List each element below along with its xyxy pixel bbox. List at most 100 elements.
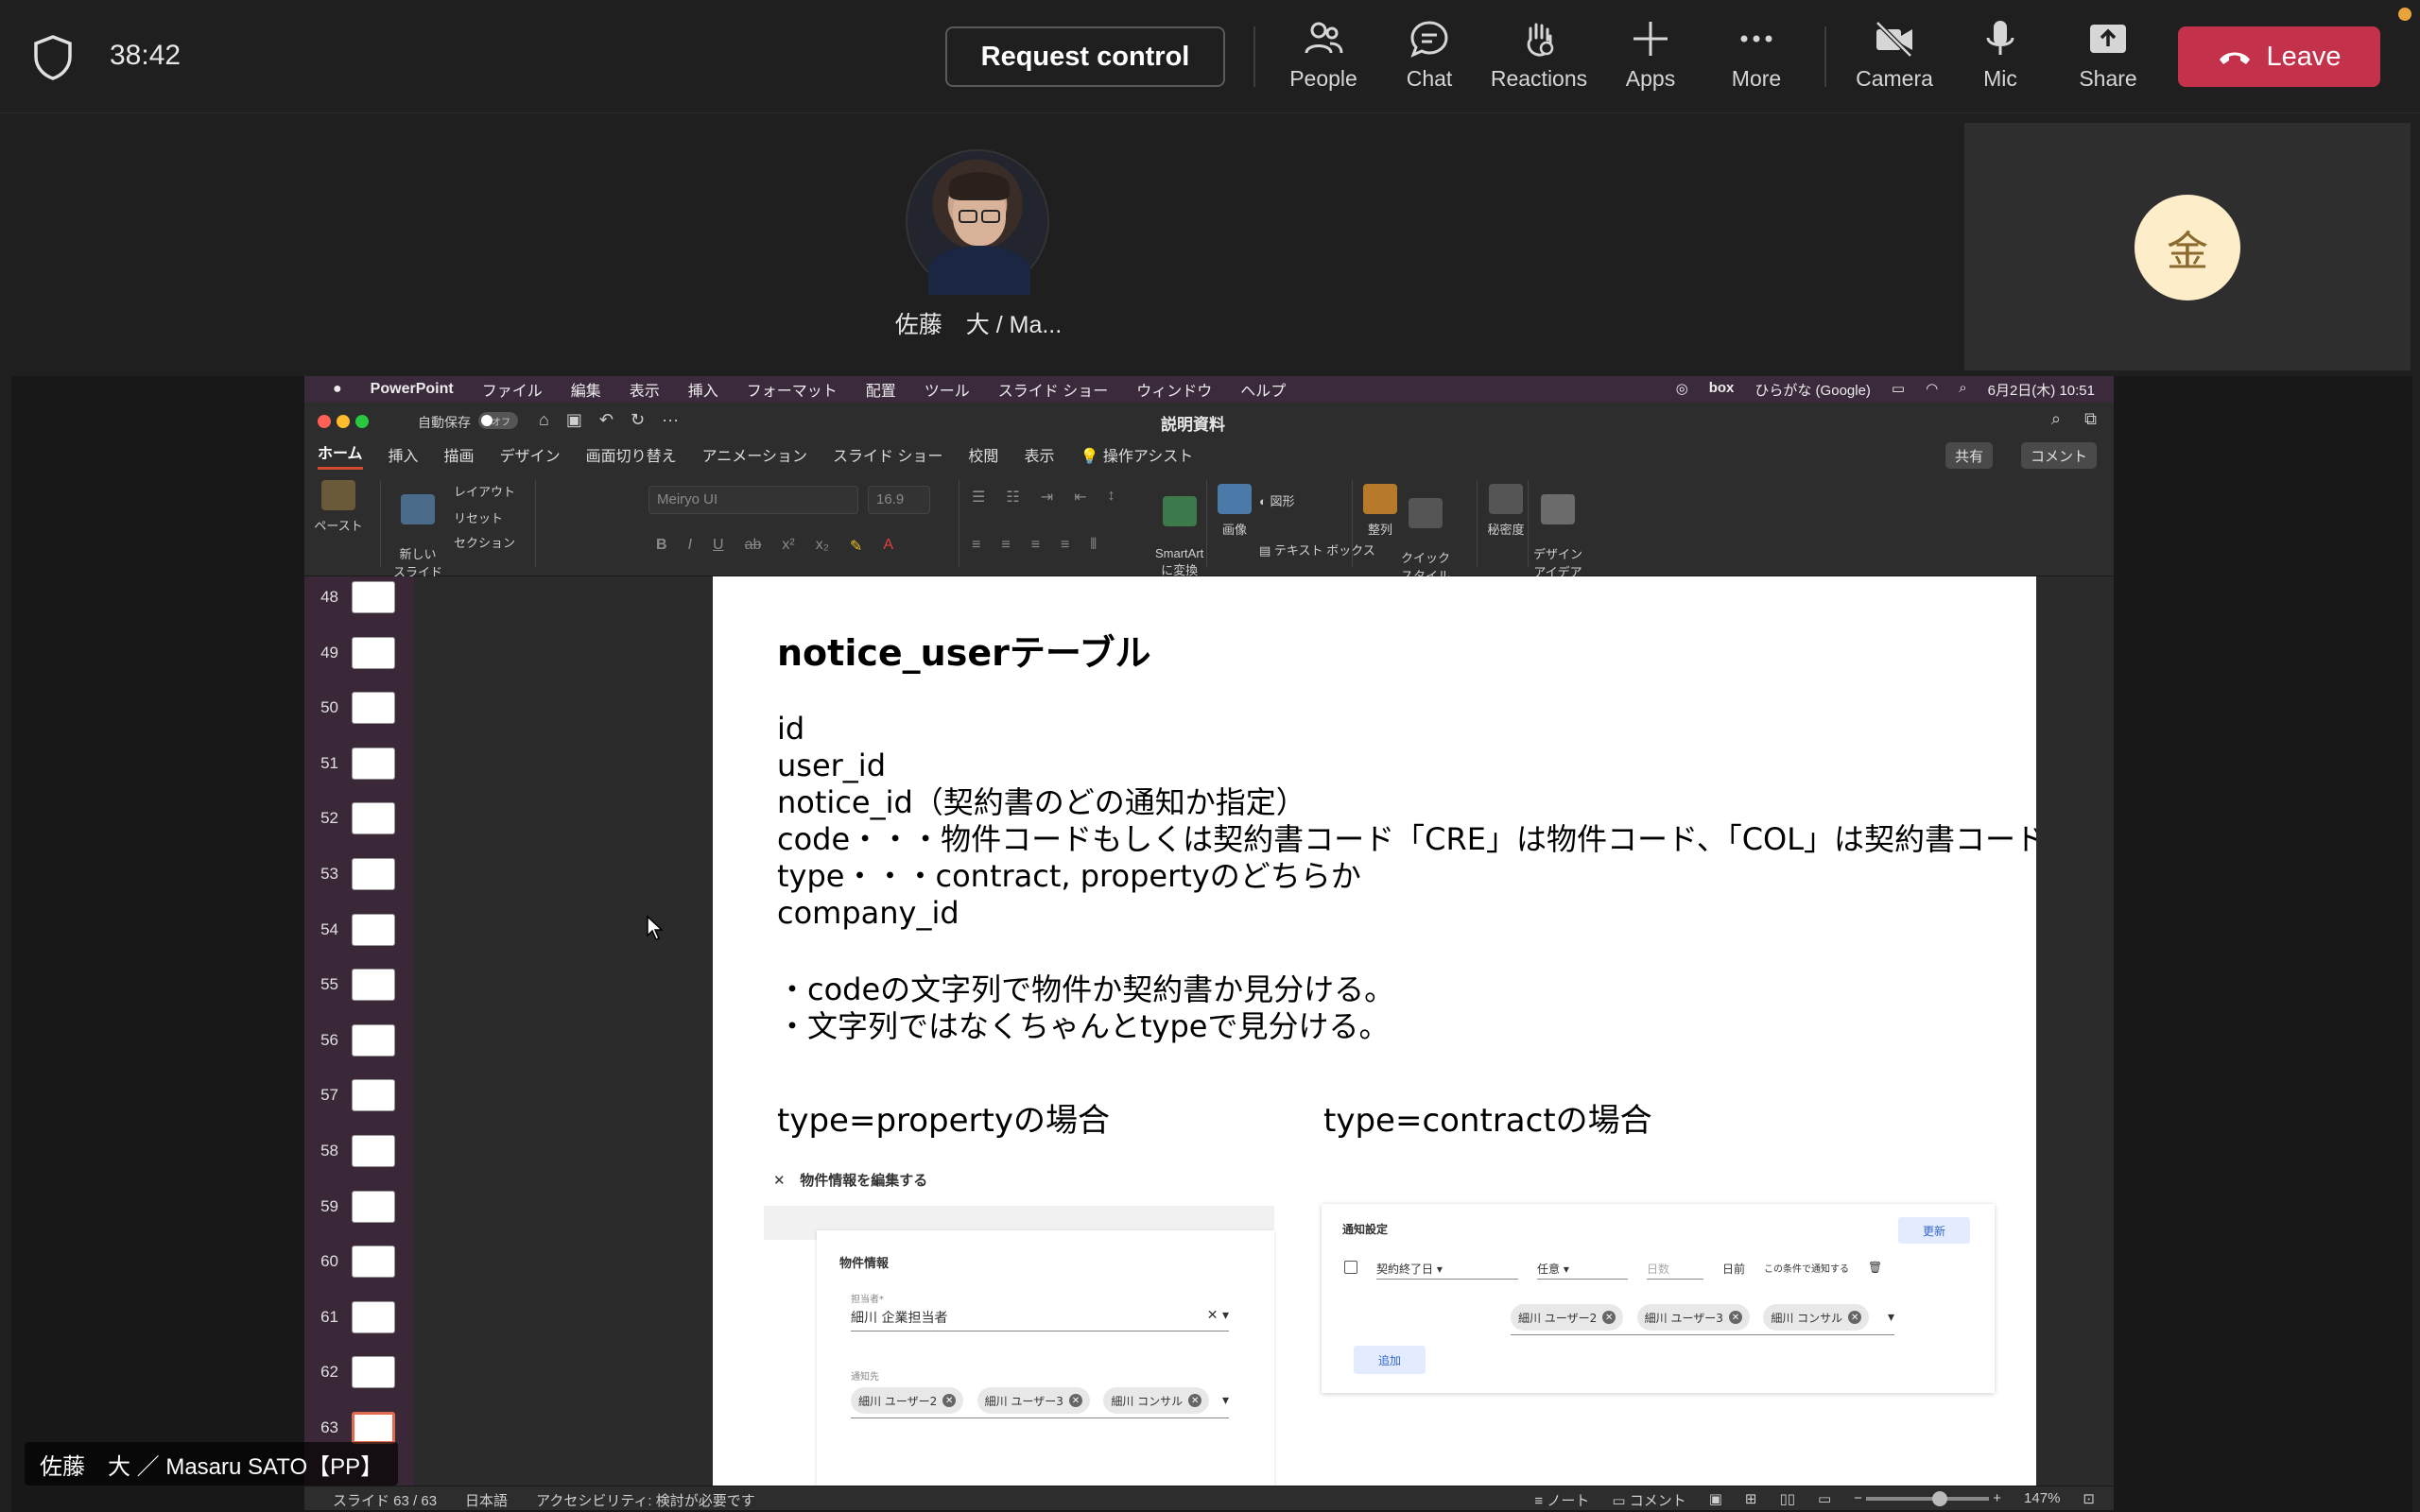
slide-thumbnail: 63 (304, 1409, 414, 1447)
camera-label: Camera (1856, 66, 1933, 91)
reactions-label: Reactions (1490, 66, 1588, 91)
share-window-icon: ⧉ (2084, 409, 2097, 428)
language-indicator: 日本語 (465, 1493, 509, 1509)
current-slide: notice_userテーブル id user_id notice_id（契約書… (713, 576, 2036, 1486)
owner-field: 細川 企業担当者 ✕ ▾ (851, 1308, 1229, 1332)
condition-checkbox (1344, 1261, 1357, 1274)
menu-item: ヘルプ (1240, 384, 1287, 400)
outdent-icon: ⇤ (1074, 490, 1087, 506)
highlight-icon: ✎ (849, 539, 863, 555)
maximize-window-button (355, 415, 369, 428)
slide-bullet: ・codeの文字列で物件か契約書か見分ける。 (777, 971, 1395, 1007)
glasses-icon: ◎ (1675, 381, 1688, 397)
shape-button: ◐ 図形 (1259, 494, 1295, 508)
tab-animations: アニメーション (701, 449, 807, 465)
battery-icon: ▭ (1891, 381, 1906, 397)
slide-thumbnail-image (352, 1300, 395, 1333)
slide-thumbnail: 48 (304, 578, 414, 616)
menu-item: スライド ショー (997, 384, 1109, 400)
more-button[interactable]: More (1700, 17, 1813, 102)
menubar-status: ◎ box ひらがな (Google) ▭ ◠ ⌕ 6月2日(木) 10:51 (1676, 380, 2095, 400)
notify-condition-text: この条件で通知する (1764, 1264, 1850, 1275)
save-icon: ▣ (565, 410, 582, 429)
slide-thumbnail-image (352, 913, 395, 946)
share-button[interactable]: Share (2051, 17, 2165, 102)
chat-button[interactable]: Chat (1373, 17, 1486, 102)
slide-thumbnail-number: 60 (320, 1252, 338, 1271)
slide-thumbnail-number: 59 (320, 1196, 338, 1215)
arrange-button: 整列 (1361, 484, 1399, 538)
slide-thumbnail: 56 (304, 1022, 414, 1059)
font-size-select: 16.9 (868, 486, 930, 514)
clock-text: 6月2日(木) 10:51 (1987, 383, 2095, 399)
contract-condition-row: 契約終了日 ▾ 任意 ▾ 日数 日前 この条件で通知する 🗑 (1344, 1261, 1882, 1280)
search-icon: ⌕ (1959, 380, 1967, 396)
slide-thumbnail: 61 (304, 1298, 414, 1336)
shield-icon[interactable] (32, 34, 74, 81)
apple-icon: ● (333, 381, 342, 397)
section-button: セクション (454, 536, 516, 550)
slide-line: notice_id（契約書のどの通知か指定） (777, 784, 1306, 820)
request-control-button[interactable]: Request control (945, 26, 1225, 87)
align-right-icon: ≡ (1030, 537, 1041, 553)
reactions-button[interactable]: Reactions (1482, 17, 1596, 102)
slide-thumbnail: 55 (304, 966, 414, 1004)
presenter-avatar[interactable] (906, 149, 1049, 295)
normal-view-icon: ▣ (1708, 1491, 1722, 1507)
slide-thumbnails-pane: 48 49 50 51 52 53 54 55 56 57 58 59 60 61 62 63 (304, 576, 414, 1486)
camera-button[interactable]: Camera (1838, 17, 1951, 102)
chat-icon (1410, 21, 1448, 58)
participant-tile[interactable]: 金 (1964, 123, 2411, 370)
more-label: More (1731, 66, 1782, 91)
tab-insert: 挿入 (388, 449, 419, 465)
slide-thumbnail-number: 55 (320, 975, 338, 994)
trash-icon: 🗑 (1868, 1261, 1883, 1274)
slide-thumbnail-image (352, 802, 395, 835)
people-icon (1305, 22, 1343, 54)
chat-label: Chat (1406, 66, 1453, 91)
mic-button[interactable]: Mic (1944, 17, 2057, 102)
leave-label: Leave (2266, 41, 2342, 72)
leave-button[interactable]: Leave (2178, 26, 2380, 87)
fit-window-icon: ⊡ (2083, 1491, 2095, 1507)
shared-mac-desktop: ● PowerPoint ファイル 編集 表示 挿入 フォーマット 配置 ツール… (304, 376, 2114, 1510)
menu-item: フォーマット (746, 384, 838, 400)
contract-update-button: 更新 (1898, 1217, 1970, 1244)
tab-review: 校閲 (968, 449, 999, 465)
slide-thumbnail-image (352, 1412, 395, 1444)
design-ideas-icon (1541, 494, 1575, 524)
slide-bullet: ・文字列ではなくちゃんとtypeで見分ける。 (777, 1008, 1390, 1044)
menu-item: ツール (924, 384, 970, 400)
menu-app: PowerPoint (370, 381, 454, 397)
paste-button: ペースト (314, 480, 363, 534)
image-icon (1218, 484, 1252, 514)
participant-avatar: 金 (2135, 195, 2240, 301)
design-ideas-button: デザイン アイデア (1533, 480, 1582, 580)
align-left-icon: ≡ (972, 537, 981, 553)
property-edit-mock: ✕ 物件情報を編集する 物件情報 担当者* 細川 企業担当者 ✕ ▾ 通知先 細川… (764, 1155, 1274, 1486)
slide-thumbnail-number: 53 (320, 865, 338, 883)
meeting-timer: 38:42 (110, 40, 182, 71)
slide-thumbnail-number: 52 (320, 809, 338, 828)
slide-thumbnail-image (352, 1246, 395, 1279)
ppt-comment-button: コメント (2020, 442, 2097, 469)
slide-line: code・・・物件コードもしくは契約書コード「CRE」は物件コード、「COL」は… (777, 821, 2036, 857)
more-icon: ··· (662, 410, 680, 429)
days-input: 日数 (1647, 1261, 1703, 1280)
tab-view: 表示 (1024, 449, 1055, 465)
meeting-toolbar: 38:42 Request control People Chat Reacti… (0, 0, 2420, 113)
quick-style-icon (1409, 498, 1443, 528)
font-color-icon: A (883, 537, 893, 553)
user-chip: 細川 ユーザー2 ✕ (1511, 1304, 1624, 1331)
slide-thumbnail-image (352, 1190, 395, 1223)
paragraph-row-2: ≡ ≡ ≡ ≡ ⫴ (972, 537, 1097, 554)
slide-thumbnail: 49 (304, 634, 414, 672)
people-button[interactable]: People (1267, 17, 1380, 102)
toolbar-divider (1253, 26, 1255, 87)
slide-thumbnail: 62 (304, 1353, 414, 1391)
sorter-view-icon: ⊞ (1744, 1491, 1757, 1507)
subscript-icon: x₂ (815, 537, 829, 553)
sensitivity-button: 秘密度 (1484, 484, 1528, 538)
apps-button[interactable]: Apps (1594, 17, 1707, 102)
slide-thumbnail-number: 63 (320, 1418, 338, 1436)
